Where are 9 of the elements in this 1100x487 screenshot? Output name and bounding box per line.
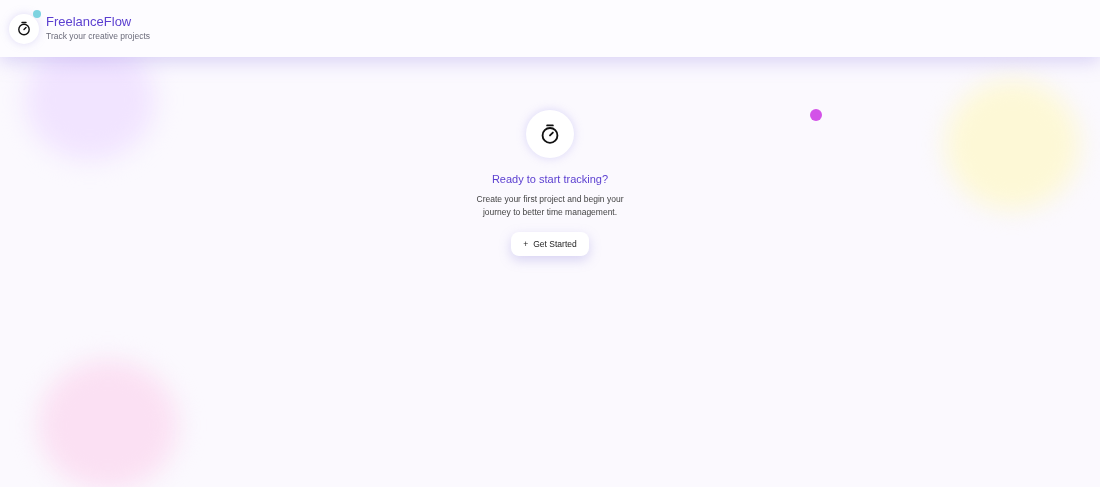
- app-subtitle: Track your creative projects: [46, 30, 151, 41]
- empty-state-message: Create your first project and begin your journey to better time management.: [475, 193, 625, 219]
- floating-dot: [810, 109, 822, 121]
- stopwatch-icon: [540, 123, 560, 145]
- app-title: FreelanceFlow: [46, 13, 133, 30]
- status-dot: [33, 9, 41, 18]
- stopwatch-icon: [17, 21, 31, 36]
- get-started-button[interactable]: + Get Started: [511, 232, 589, 256]
- empty-state-heading: Ready to start tracking?: [491, 173, 609, 185]
